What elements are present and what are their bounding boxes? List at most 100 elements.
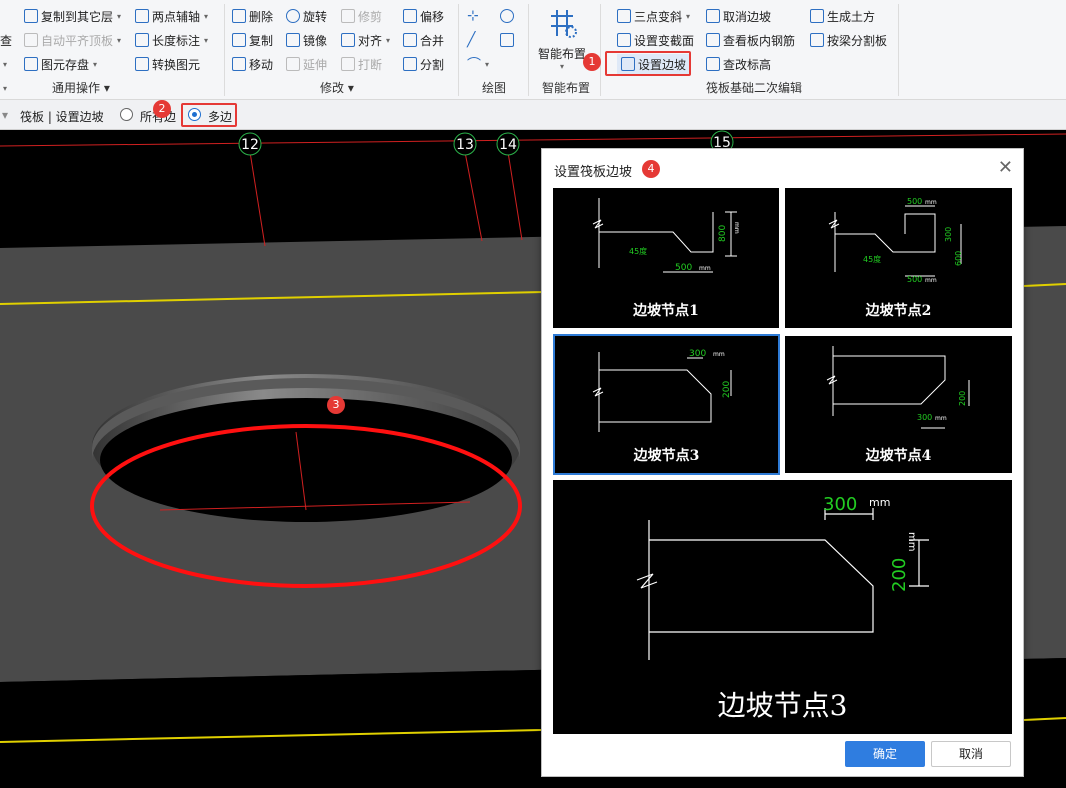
delete-label: 删除	[249, 9, 274, 24]
svg-text:500: 500	[907, 275, 922, 284]
break-label: 打断	[358, 57, 383, 72]
split-label: 分割	[420, 57, 445, 72]
circle-draw-button[interactable]	[500, 6, 514, 26]
delete-button[interactable]: 删除	[232, 6, 273, 26]
slope-node-option-2[interactable]: 500 mm 45度 500 mm 300 600 边坡节点2	[785, 188, 1012, 328]
grid-line	[0, 133, 1066, 147]
align-label: 对齐	[358, 33, 383, 48]
element-save-label: 图元存盘	[41, 57, 90, 72]
rotate-icon	[286, 9, 300, 23]
align-icon	[341, 33, 355, 47]
step-badge-1: 1	[583, 53, 601, 71]
flat-top-icon	[24, 33, 38, 47]
generate-earthwork-button[interactable]: 生成土方	[810, 6, 875, 26]
mirror-button[interactable]: 镜像	[286, 30, 327, 50]
two-point-axis-button[interactable]: 两点辅轴 ▾	[135, 6, 208, 26]
separator	[898, 4, 899, 96]
clipped-caret[interactable]: ▾	[2, 54, 7, 74]
step-badge-2: 2	[153, 100, 171, 118]
svg-text:mm: mm	[699, 265, 711, 272]
clipped-view-button[interactable]: 查	[0, 30, 12, 50]
close-icon[interactable]: ✕	[998, 157, 1013, 178]
svg-text:45度: 45度	[629, 246, 647, 256]
earthwork-icon	[810, 9, 824, 23]
svg-text:200: 200	[958, 391, 967, 406]
clipped-label: 查	[0, 33, 13, 48]
offset-button[interactable]: 偏移	[403, 6, 444, 26]
svg-text:13: 13	[456, 137, 474, 153]
arc-draw-button[interactable]: ⌒ ▾	[467, 54, 489, 74]
svg-text:600: 600	[954, 251, 963, 266]
trim-button[interactable]: 修剪	[341, 6, 382, 26]
rotate-button[interactable]: 旋转	[286, 6, 327, 26]
dimension-icon	[135, 33, 149, 47]
slope-node-option-4[interactable]: 300 mm 200 边坡节点4	[785, 336, 1012, 473]
group-label-draw: 绘图	[482, 81, 507, 95]
set-section-button[interactable]: 设置变截面	[617, 30, 694, 50]
smart-layout-button[interactable]: 智能布置 ▾	[534, 4, 590, 74]
split-button[interactable]: 分割	[403, 54, 444, 74]
auto-flat-top-button[interactable]: 自动平齐顶板 ▾	[24, 30, 121, 50]
slope-node-option-1[interactable]: 45度 500 mm 800 mm 边坡节点1	[553, 188, 779, 328]
grid-line	[249, 151, 266, 247]
set-section-label: 设置变截面	[634, 33, 695, 48]
cancel-slope-button[interactable]: 取消边坡	[706, 6, 771, 26]
group-label-common: 通用操作 ▾	[52, 81, 110, 95]
slope-node-option-3[interactable]: 300 mm 200 边坡节点3	[553, 334, 780, 475]
cancel-slope-label: 取消边坡	[723, 9, 772, 24]
svg-text:500: 500	[675, 263, 692, 273]
smart-layout-label: 智能布置	[537, 47, 586, 61]
merge-button[interactable]: 合并	[403, 30, 444, 50]
auto-flat-top-label: 自动平齐顶板	[41, 33, 114, 48]
split-by-beam-button[interactable]: 按梁分割板	[810, 30, 887, 50]
move-button[interactable]: 移动	[232, 54, 273, 74]
step-badge-4: 4	[642, 160, 660, 178]
svg-text:mm: mm	[713, 351, 725, 358]
slope-node-2-caption: 边坡节点2	[865, 303, 932, 319]
cancel-slope-icon	[706, 9, 720, 23]
element-save-button[interactable]: 图元存盘 ▾	[24, 54, 97, 74]
split-icon	[403, 57, 417, 71]
separator	[528, 4, 529, 96]
svg-text:200: 200	[722, 381, 732, 398]
step-badge-3: 3	[327, 396, 345, 414]
convert-element-button[interactable]: 转换图元	[135, 54, 200, 74]
grid-line	[464, 151, 483, 242]
break-button[interactable]: 打断	[341, 54, 382, 74]
convert-icon	[135, 57, 149, 71]
rectangle-icon	[500, 33, 514, 47]
copy-label: 复制	[249, 33, 274, 48]
options-toolbar: ▾ 筏板 | 设置边坡 所有边 多边 2	[0, 100, 1066, 130]
merge-icon	[403, 33, 417, 47]
beam-split-icon	[810, 33, 824, 47]
point-draw-button[interactable]: ⊹	[467, 6, 479, 26]
svg-text:300: 300	[917, 413, 932, 422]
set-slope-highlight	[605, 51, 691, 76]
rebar-icon	[706, 33, 720, 47]
svg-text:mm: mm	[925, 199, 937, 206]
slope-node-preview-caption: 边坡节点3	[717, 689, 848, 722]
length-mark-button[interactable]: 长度标注 ▾	[135, 30, 208, 50]
radio-all-edges[interactable]	[120, 108, 133, 121]
cancel-button[interactable]: 取消	[931, 741, 1011, 767]
ok-button[interactable]: 确定	[845, 741, 925, 767]
clipped-caret-2[interactable]: ▾	[2, 78, 7, 98]
slope-node-1-drawing: 45度 500 mm 800 mm	[592, 198, 740, 273]
check-elevation-label: 查改标高	[723, 57, 772, 72]
line-icon: ╱	[467, 32, 476, 48]
axis-marker-14: 14	[496, 132, 520, 156]
axis-marker-12: 12	[238, 132, 262, 156]
slope-node-4-caption: 边坡节点4	[865, 448, 932, 464]
align-button[interactable]: 对齐 ▾	[341, 30, 390, 50]
slope-node-3-drawing: 300 mm 200	[592, 349, 732, 432]
line-draw-button[interactable]: ╱	[467, 30, 475, 50]
extend-button[interactable]: 延伸	[286, 54, 327, 74]
three-point-slope-button[interactable]: 三点变斜 ▾	[617, 6, 690, 26]
separator	[600, 4, 601, 96]
check-elevation-button[interactable]: 查改标高	[706, 54, 771, 74]
trim-label: 修剪	[358, 9, 383, 24]
rect-draw-button[interactable]	[500, 30, 514, 50]
copy-to-layer-button[interactable]: 复制到其它层 ▾	[24, 6, 121, 26]
copy-button[interactable]: 复制	[232, 30, 273, 50]
view-rebar-button[interactable]: 查看板内钢筋	[706, 30, 795, 50]
